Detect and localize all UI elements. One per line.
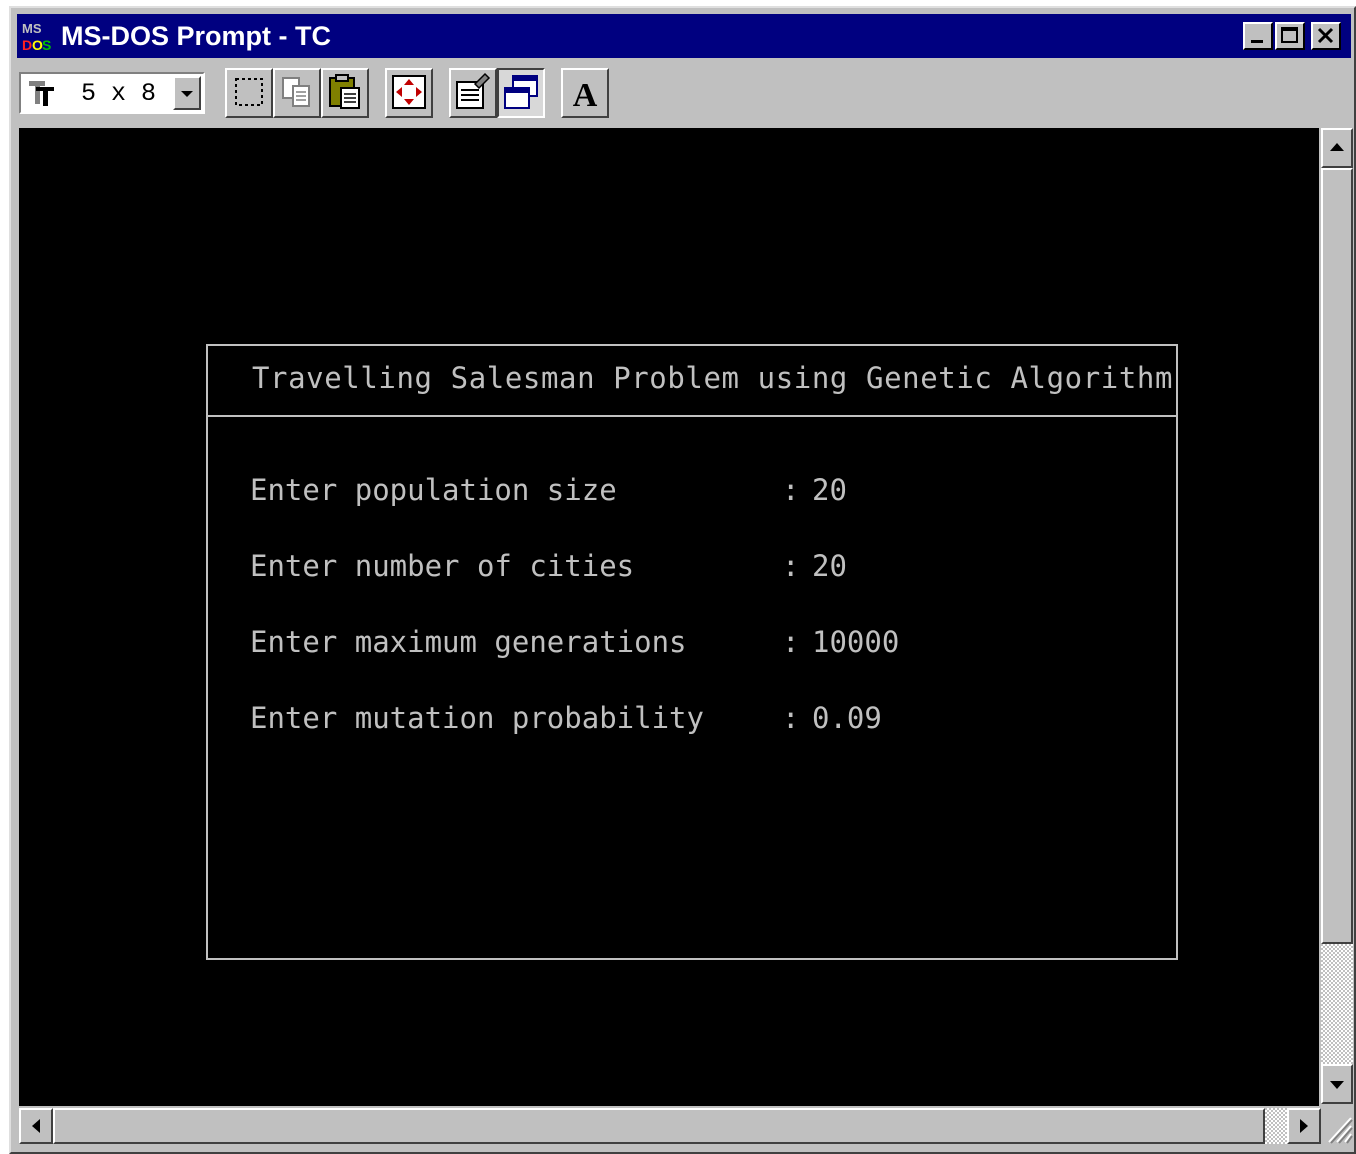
- title-bar[interactable]: MS D O S MS-DOS Prompt - TC: [17, 14, 1351, 58]
- row-separator: :: [782, 473, 800, 507]
- maximize-button[interactable]: [1275, 22, 1305, 50]
- arrow-right-icon: [1300, 1119, 1308, 1133]
- dialog-divider: [208, 415, 1176, 417]
- row-separator: :: [782, 625, 800, 659]
- vertical-scrollbar[interactable]: [1321, 128, 1353, 1106]
- dialog-title: Travelling Salesman Problem using Geneti…: [252, 361, 1174, 395]
- copy-icon: [282, 77, 310, 107]
- scroll-left-button[interactable]: [19, 1108, 53, 1144]
- number-of-cities-label: Enter number of cities: [250, 549, 635, 583]
- maximize-icon: [1281, 27, 1298, 43]
- truetype-icon: [27, 78, 57, 112]
- mutation-probability-value: 0.09: [812, 701, 882, 735]
- scroll-right-button[interactable]: [1287, 1108, 1321, 1144]
- tsp-dialog-box: Travelling Salesman Problem using Geneti…: [206, 344, 1178, 960]
- minimize-button[interactable]: [1243, 22, 1273, 50]
- mark-button[interactable]: [225, 68, 273, 118]
- vertical-scroll-thumb[interactable]: [1321, 168, 1353, 944]
- console-screen[interactable]: Travelling Salesman Problem using Geneti…: [19, 128, 1319, 1106]
- chevron-down-icon: [181, 91, 193, 97]
- mutation-probability-label: Enter mutation probability: [250, 701, 704, 735]
- paste-button[interactable]: [321, 68, 369, 118]
- fullscreen-icon: [392, 75, 426, 109]
- font-button[interactable]: A: [561, 68, 609, 118]
- horizontal-scrollbar[interactable]: [19, 1108, 1321, 1144]
- population-size-value: 20: [812, 473, 847, 507]
- population-size-label: Enter population size: [250, 473, 617, 507]
- resize-grip-icon: [1328, 1117, 1353, 1144]
- toolbar: 5 x 8 A: [17, 66, 1351, 124]
- arrow-down-icon: [1330, 1081, 1344, 1089]
- window-title: MS-DOS Prompt - TC: [61, 21, 331, 51]
- horizontal-scroll-thumb[interactable]: [53, 1108, 1265, 1144]
- scroll-down-button[interactable]: [1321, 1064, 1353, 1104]
- background-button[interactable]: [497, 68, 545, 118]
- font-size-value: 5 x 8: [81, 79, 157, 108]
- close-icon: [1317, 27, 1334, 44]
- svg-text:A: A: [573, 77, 598, 114]
- arrow-up-icon: [1330, 143, 1344, 151]
- properties-icon: [456, 72, 491, 109]
- arrow-left-icon: [32, 1119, 40, 1133]
- svg-text:MS: MS: [22, 21, 42, 36]
- svg-text:D: D: [22, 37, 32, 52]
- row-separator: :: [782, 549, 800, 583]
- dropdown-button[interactable]: [173, 76, 201, 110]
- resize-grip[interactable]: [1321, 1108, 1353, 1144]
- svg-text:S: S: [42, 37, 51, 52]
- close-button[interactable]: [1311, 22, 1341, 50]
- copy-button[interactable]: [273, 68, 321, 118]
- minimize-icon: [1251, 40, 1263, 43]
- fullscreen-button[interactable]: [385, 68, 433, 118]
- background-icon: [504, 75, 538, 109]
- row-separator: :: [782, 701, 800, 735]
- font-icon: A: [573, 77, 598, 114]
- scroll-up-button[interactable]: [1321, 128, 1353, 168]
- properties-button[interactable]: [449, 68, 497, 118]
- paste-icon: [329, 74, 360, 109]
- font-size-select[interactable]: 5 x 8: [19, 72, 205, 114]
- mark-icon: [235, 78, 263, 106]
- ms-dos-window: MS D O S MS-DOS Prompt - TC 5 x 8 A Trav…: [9, 6, 1356, 1154]
- ms-dos-icon[interactable]: MS D O S: [21, 20, 53, 53]
- maximum-generations-value: 10000: [812, 625, 900, 659]
- number-of-cities-value: 20: [812, 549, 847, 583]
- maximum-generations-label: Enter maximum generations: [250, 625, 687, 659]
